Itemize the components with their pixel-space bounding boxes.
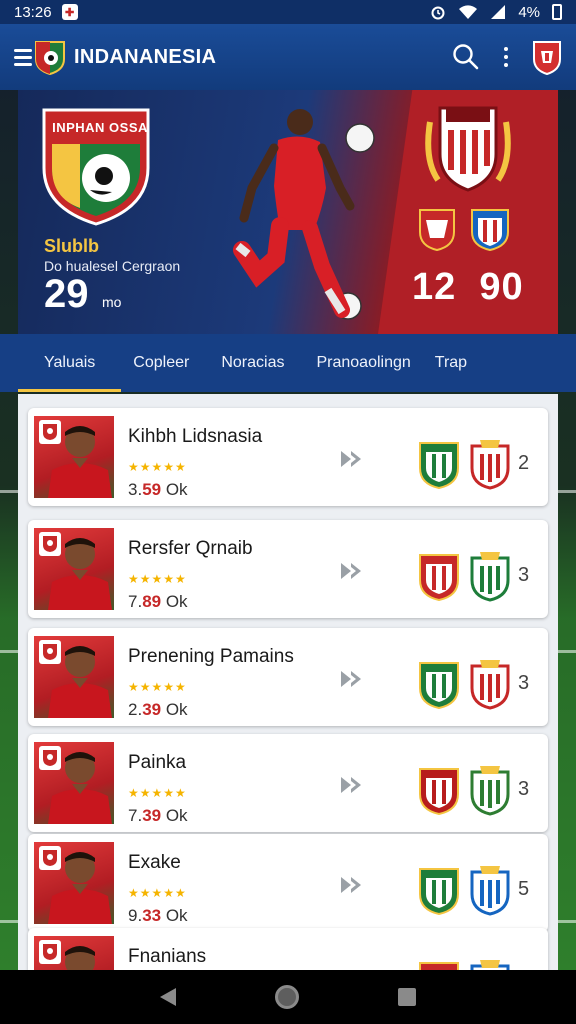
forward-arrow-icon[interactable]: [340, 562, 364, 580]
away-club-crest-icon: [470, 660, 510, 710]
home-club-crest-icon: [419, 868, 459, 916]
notification-icon: ✚: [61, 4, 78, 20]
hero-club-name: Slublb: [44, 236, 99, 256]
system-nav-bar: [0, 970, 576, 1024]
rating-stars: ★★★★★: [128, 460, 187, 474]
home-icon[interactable]: [274, 985, 299, 1009]
home-club-crest-icon: [419, 554, 459, 602]
match-count: 2: [518, 452, 530, 474]
player-photo: [34, 416, 114, 498]
menu-icon[interactable]: [14, 48, 32, 66]
app-bar: INDANANESIA: [0, 24, 576, 90]
tab-noracias[interactable]: Noracias: [201, 334, 304, 392]
player-name: Exake: [128, 852, 181, 873]
player-price: 3.59 Ok: [128, 480, 188, 499]
player-card[interactable]: Painka ★★★★★ 7.39 Ok 3: [28, 734, 548, 832]
recent-apps-icon[interactable]: [398, 988, 417, 1006]
player-name: Fnanians: [128, 946, 207, 967]
home-club-crest-icon: [419, 662, 459, 710]
player-name: Rersfer Qrnaib: [128, 538, 253, 559]
match-count: 3: [518, 564, 530, 586]
player-price: 7.39 Ok: [128, 806, 188, 825]
player-price: 7.89 Ok: [128, 592, 188, 611]
player-card[interactable]: Exake ★★★★★ 9.33 Ok 5: [28, 834, 548, 932]
tab-yaluais[interactable]: Yaluais: [18, 334, 122, 392]
player-kicking-image: [233, 109, 375, 320]
hero-banner[interactable]: INPHAN OSSA Slublb Do hualesel Cergraon …: [18, 90, 558, 334]
tab-pranoaolingn[interactable]: Pranoaolingn: [304, 334, 422, 392]
status-bar: 13:26 ✚ 4%: [0, 0, 576, 24]
away-club-crest-icon: [470, 960, 510, 970]
forward-arrow-icon[interactable]: [340, 776, 364, 794]
crest-text: INPHAN OSSA: [52, 120, 148, 135]
player-name: Painka: [128, 752, 187, 773]
rating-stars: ★★★★★: [128, 786, 187, 800]
rating-stars: ★★★★★: [128, 886, 187, 900]
home-club-crest-icon: [419, 768, 459, 816]
player-list: Kihbh Lidsnasia ★★★★★ 3.59 Ok 2 Rersfer …: [18, 394, 558, 970]
player-photo: [34, 636, 114, 718]
battery-percent: 4%: [518, 3, 540, 21]
player-photo: [34, 936, 114, 970]
player-card[interactable]: Kihbh Lidsnasia ★★★★★ 3.59 Ok 2: [28, 408, 548, 506]
away-club-crest-icon: [470, 766, 510, 816]
more-options-icon[interactable]: [504, 47, 508, 67]
hero-number: 29: [44, 272, 89, 316]
player-card[interactable]: Prenening Pamains ★★★★★ 2.39 Ok 3: [28, 628, 548, 726]
player-card[interactable]: Fnanians ★★★★★ 9: [28, 928, 548, 970]
home-club-crest-icon: [419, 442, 459, 490]
back-icon[interactable]: [159, 988, 176, 1006]
opponent-crest-icon: [425, 106, 511, 192]
status-time: 13:26: [14, 3, 52, 21]
player-card[interactable]: Rersfer Qrnaib ★★★★★ 7.89 Ok 3: [28, 520, 548, 618]
club-badge-left-icon: [419, 209, 455, 252]
battery-icon: [552, 4, 562, 20]
home-club-crest-icon: [419, 962, 459, 970]
hero-unit: mo: [102, 294, 122, 310]
search-icon[interactable]: [452, 43, 480, 71]
match-count: 3: [518, 778, 530, 800]
player-price: 9.33 Ok: [128, 906, 188, 925]
app-logo: [35, 41, 65, 75]
profile-crest-icon[interactable]: [532, 39, 562, 75]
away-club-crest-icon: [470, 440, 510, 490]
tab-copleer[interactable]: Copleer: [121, 334, 201, 392]
player-photo: [34, 742, 114, 824]
rating-stars: ★★★★★: [128, 680, 187, 694]
player-price: 2.39 Ok: [128, 700, 188, 719]
player-photo: [34, 528, 114, 610]
player-name: Prenening Pamains: [128, 646, 294, 667]
tab-bar: Yaluais Copleer Noracias Pranoaolingn Tr…: [0, 334, 576, 392]
forward-arrow-icon[interactable]: [340, 876, 364, 894]
forward-arrow-icon[interactable]: [340, 670, 364, 688]
forward-arrow-icon[interactable]: [340, 450, 364, 468]
club-badge-right-icon: [471, 209, 509, 252]
match-count: 3: [518, 672, 530, 694]
match-count: 5: [518, 878, 530, 900]
player-photo: [34, 842, 114, 924]
rating-stars: ★★★★★: [128, 572, 187, 586]
tab-trap[interactable]: Trap: [423, 334, 479, 392]
away-club-crest-icon: [470, 866, 510, 916]
player-name: Kihbh Lidsnasia: [128, 426, 263, 447]
alarm-icon: [431, 6, 445, 20]
app-title: INDANANESIA: [74, 45, 217, 68]
away-club-crest-icon: [470, 552, 510, 602]
wifi-icon: [459, 5, 478, 19]
hero-score: 12 90: [412, 266, 524, 308]
signal-icon: [491, 5, 506, 19]
